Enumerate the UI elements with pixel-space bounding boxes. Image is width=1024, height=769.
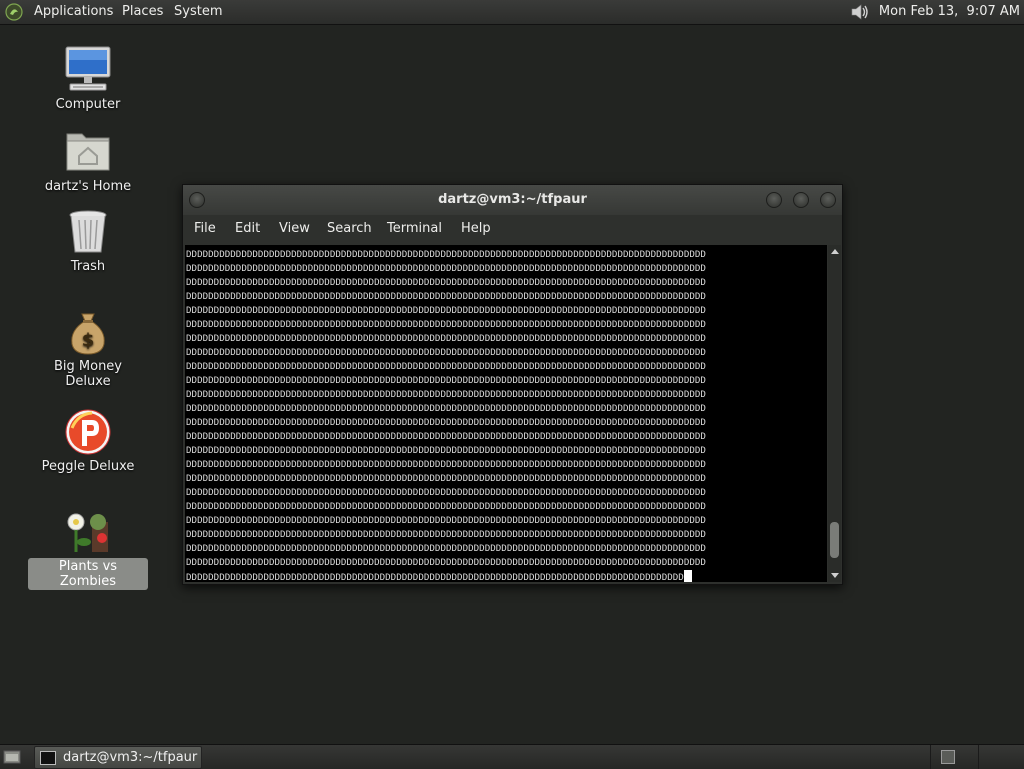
scrollbar-thumb[interactable] [830,521,839,558]
panel-divider [978,745,979,769]
menu-edit[interactable]: Edit [235,221,260,236]
panel-divider [930,745,931,769]
terminal-text: DDDDDDDDDDDDDDDDDDDDDDDDDDDDDDDDDDDDDDDD… [186,249,706,582]
text-cursor [683,570,692,582]
desktop-icon-label: Plants vs Zombies [28,558,148,590]
scroll-down-icon[interactable] [831,573,839,578]
terminal-output[interactable]: DDDDDDDDDDDDDDDDDDDDDDDDDDDDDDDDDDDDDDDD… [185,245,827,582]
home-folder-icon [64,128,112,176]
terminal-icon [40,751,56,765]
menu-terminal[interactable]: Terminal [387,221,442,236]
desktop-icon-home[interactable]: dartz's Home [28,128,148,195]
menu-search[interactable]: Search [327,221,372,236]
places-menu[interactable]: Places [122,0,163,24]
desktop-icon-label: Computer [55,97,121,112]
plants-vs-zombies-icon [64,508,112,556]
svg-text:$: $ [82,330,95,351]
computer-icon [64,46,112,94]
desktop-icon-label: Big Money Deluxe [53,359,122,389]
gnome-foot-icon[interactable] [5,3,23,21]
terminal-menubar: File Edit View Search Terminal Help [183,215,842,243]
clock[interactable]: Mon Feb 13, 9:07 AM [879,0,1020,24]
window-titlebar[interactable]: dartz@vm3:~/tfpaur [183,185,842,215]
desktop-icon-computer[interactable]: Computer [28,46,148,113]
menu-file[interactable]: File [194,221,216,236]
desktop-icon-label: dartz's Home [44,179,132,194]
minimize-button[interactable] [766,192,782,208]
peggle-icon [64,408,112,456]
close-button[interactable] [820,192,836,208]
desktop-icon-plants-vs-zombies[interactable]: Plants vs Zombies [28,508,148,590]
speaker-volume-icon[interactable] [849,2,871,22]
workspace-switcher-icon[interactable] [941,750,955,764]
window-title: dartz@vm3:~/tfpaur [438,192,587,207]
terminal-scrollbar[interactable] [828,245,841,582]
window-menu-icon[interactable] [189,192,205,208]
top-panel: Applications Places System Mon Feb 13, 9… [0,0,1024,25]
show-desktop-icon[interactable] [3,749,21,765]
desktop-icon-label: Peggle Deluxe [41,459,135,474]
desktop-icon-peggle-deluxe[interactable]: Peggle Deluxe [28,408,148,475]
maximize-button[interactable] [793,192,809,208]
taskbar-label: dartz@vm3:~/tfpaur [63,750,198,765]
terminal-window[interactable]: dartz@vm3:~/tfpaur File Edit View Search… [182,184,843,585]
taskbar-button-terminal[interactable]: dartz@vm3:~/tfpaur [34,746,202,769]
bottom-panel: dartz@vm3:~/tfpaur [0,744,1024,769]
applications-menu[interactable]: Applications [34,0,113,24]
desktop-icon-label: Trash [70,259,106,274]
menu-help[interactable]: Help [461,221,491,236]
money-bag-icon: $ [64,308,112,356]
desktop-icon-big-money-deluxe[interactable]: $ Big Money Deluxe [28,308,148,390]
system-menu[interactable]: System [174,0,222,24]
trash-icon [64,208,112,256]
menu-view[interactable]: View [279,221,310,236]
scroll-up-icon[interactable] [831,249,839,254]
desktop-icon-trash[interactable]: Trash [28,208,148,275]
